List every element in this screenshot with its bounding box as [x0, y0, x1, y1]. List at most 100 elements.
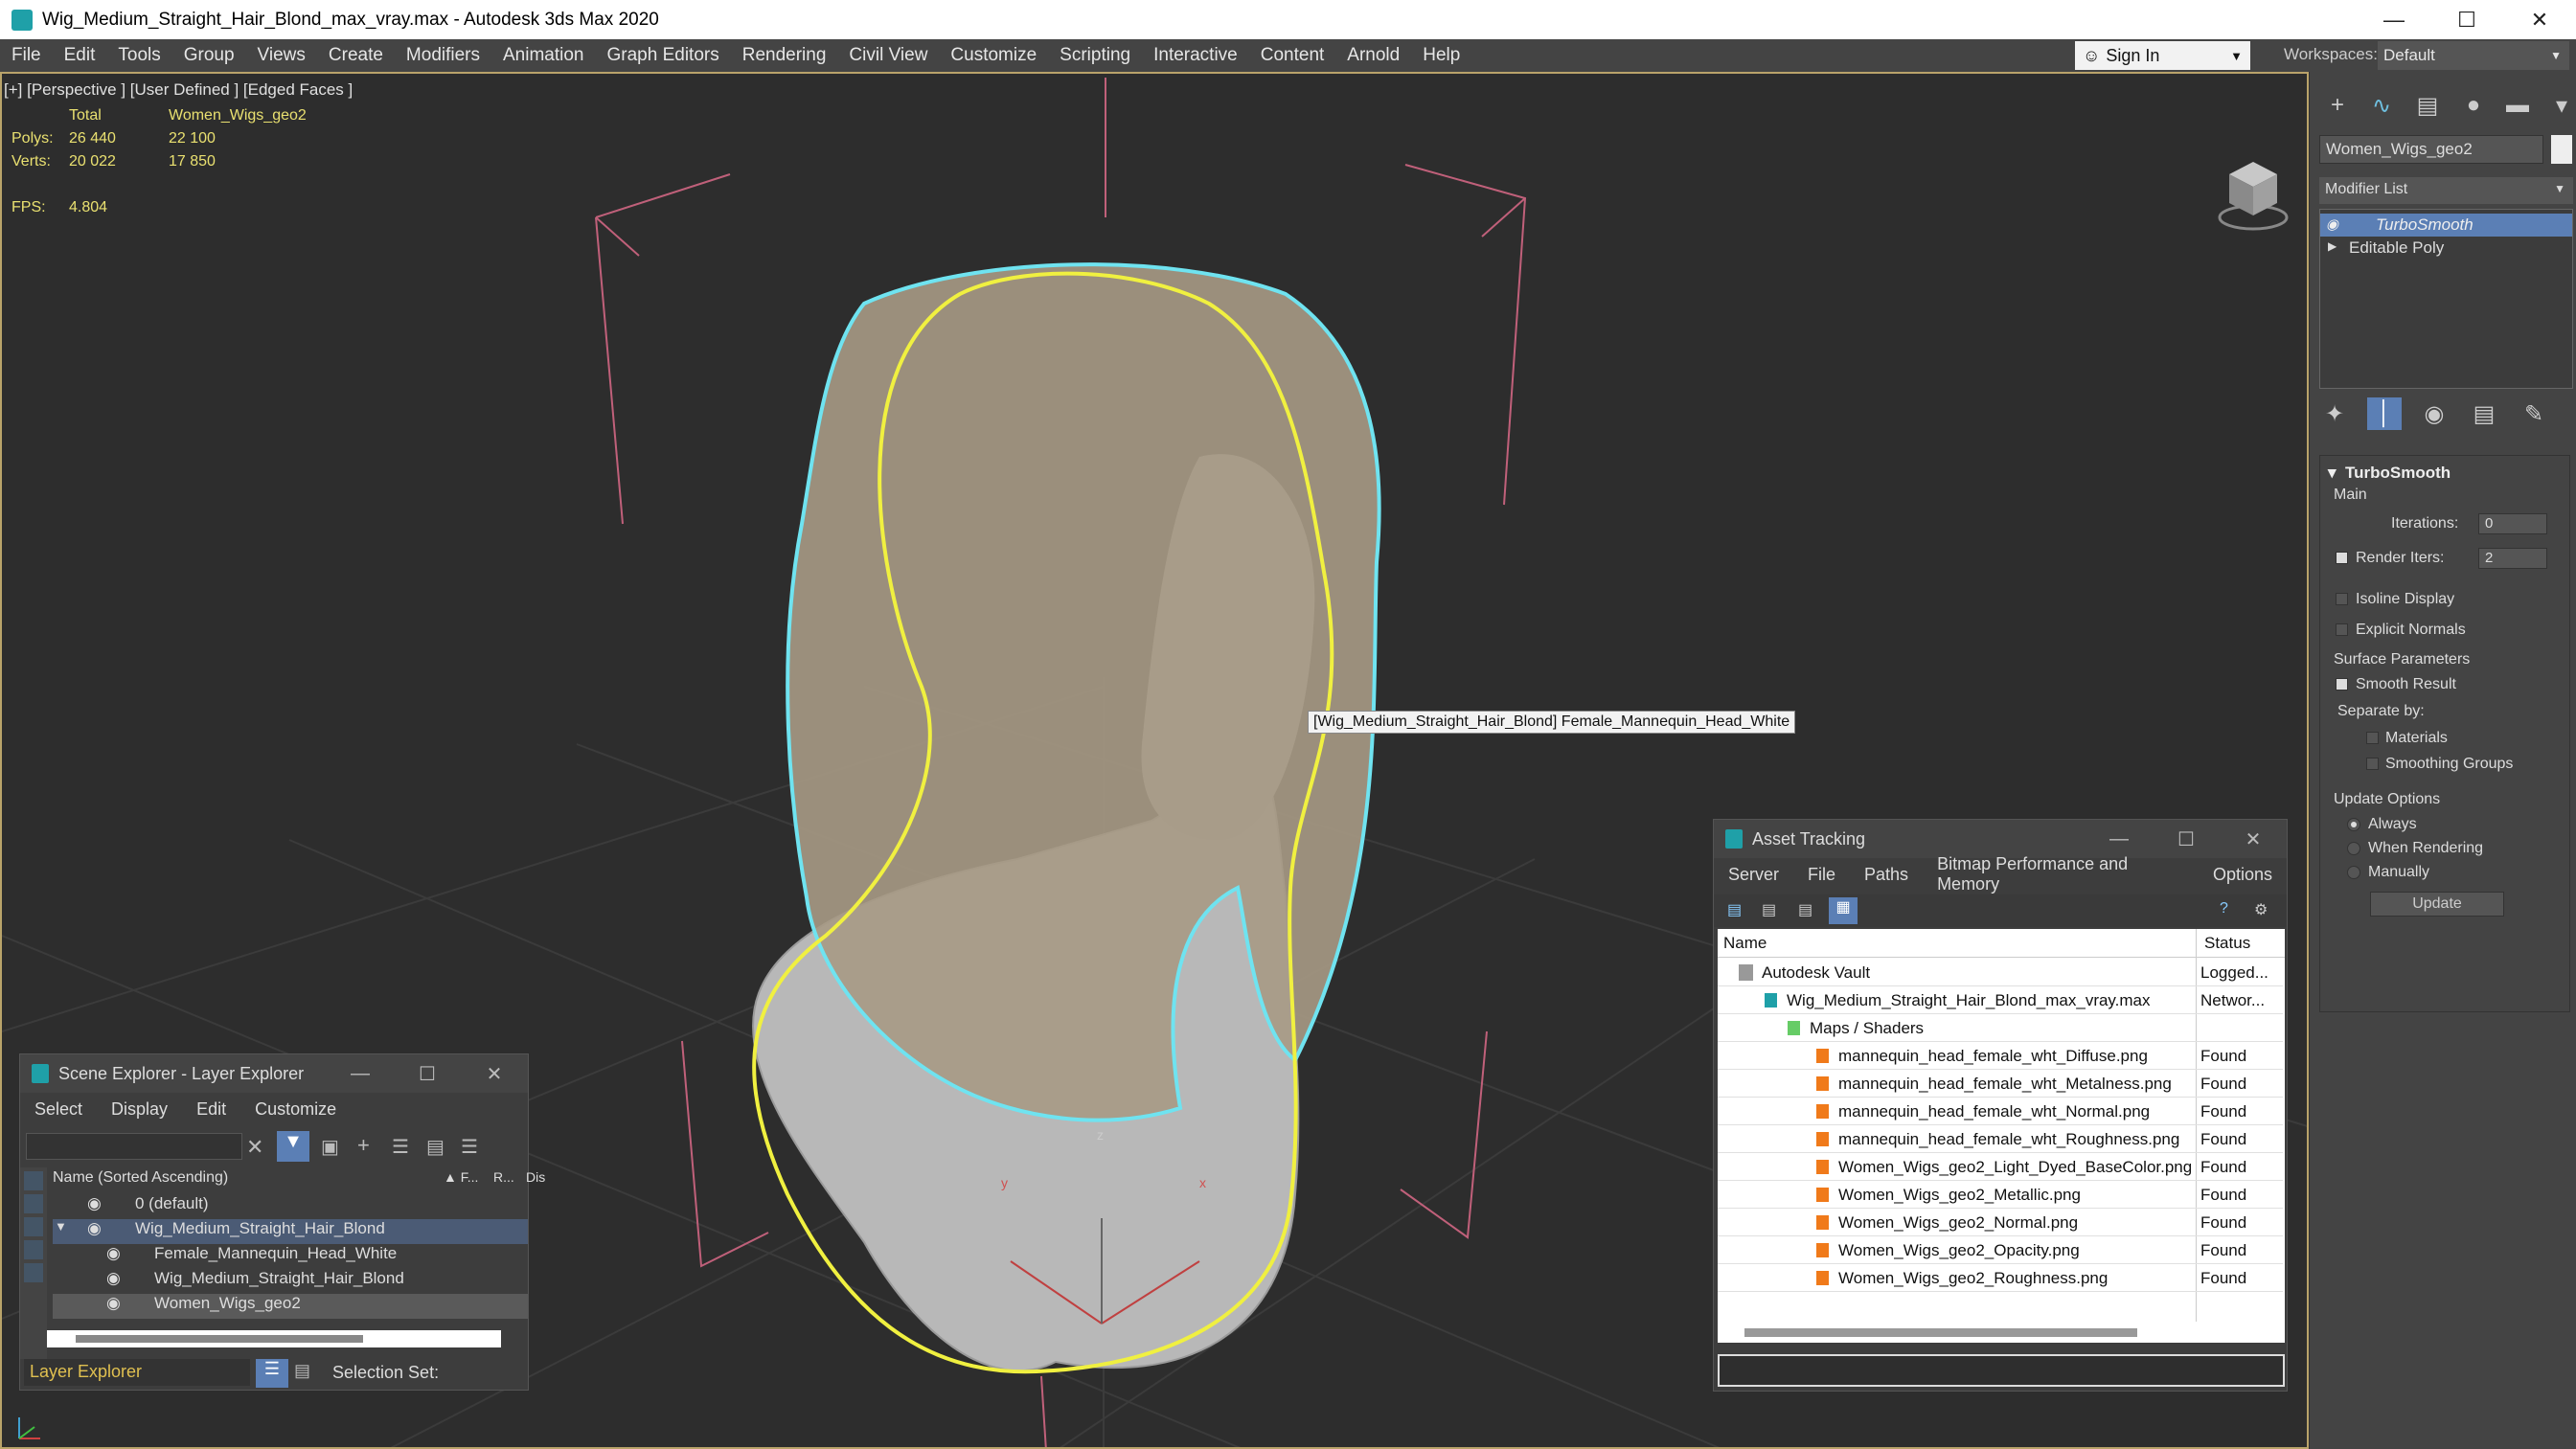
- sidebar-light-icon[interactable]: [24, 1217, 43, 1236]
- table-row[interactable]: Women_Wigs_geo2_Roughness.png Found: [1718, 1264, 2283, 1292]
- show-end-result-icon[interactable]: │: [2367, 397, 2402, 430]
- maximize-button[interactable]: ☐: [2430, 0, 2503, 39]
- table-row[interactable]: Wig_Medium_Straight_Hair_Blond_max_vray.…: [1718, 986, 2283, 1014]
- menu-views[interactable]: Views: [246, 39, 317, 72]
- explicit-normals-checkbox[interactable]: [2336, 623, 2348, 636]
- name-column-header[interactable]: Name: [1723, 934, 1767, 953]
- list-item[interactable]: ◉ 0 (default): [53, 1194, 528, 1219]
- table-row[interactable]: Maps / Shaders: [1718, 1014, 2283, 1042]
- help-icon[interactable]: ?: [2220, 900, 2228, 917]
- stack-item-editable-poly[interactable]: ▶ Editable Poly: [2320, 237, 2572, 260]
- workspace-select[interactable]: Default ▼: [2378, 41, 2569, 70]
- selection-toggle-icon[interactable]: ▤: [294, 1361, 310, 1381]
- isoline-display-checkbox[interactable]: [2336, 593, 2348, 605]
- close-button[interactable]: ✕: [2220, 820, 2287, 858]
- eye-icon[interactable]: ◉: [87, 1219, 102, 1238]
- asset-tracking-titlebar[interactable]: Asset Tracking — ☐ ✕: [1714, 820, 2287, 858]
- horizontal-scrollbar[interactable]: [1718, 1322, 2285, 1343]
- close-button[interactable]: ✕: [461, 1054, 528, 1093]
- eye-icon[interactable]: ◉: [106, 1269, 121, 1288]
- menu-animation[interactable]: Animation: [491, 39, 596, 72]
- minimize-button[interactable]: —: [327, 1054, 394, 1093]
- iterations-spinner[interactable]: 0: [2478, 513, 2547, 534]
- menu-rendering[interactable]: Rendering: [731, 39, 838, 72]
- sidebar-object-icon[interactable]: [24, 1194, 43, 1213]
- freeze-column-header[interactable]: ▲ F...: [444, 1169, 478, 1185]
- table-row[interactable]: mannequin_head_female_wht_Normal.png Foun…: [1718, 1098, 2283, 1125]
- manually-radio[interactable]: [2347, 866, 2360, 879]
- maximize-button[interactable]: ☐: [2153, 820, 2220, 858]
- menu-group[interactable]: Group: [172, 39, 246, 72]
- layer-stack-icon[interactable]: ☰: [461, 1135, 478, 1159]
- configure-sets-icon[interactable]: ✎: [2517, 397, 2551, 430]
- hierarchy-tab-icon[interactable]: ▤: [2411, 89, 2444, 122]
- sidebar-camera-icon[interactable]: [24, 1240, 43, 1259]
- render-column-header[interactable]: R...: [493, 1169, 514, 1185]
- table-row[interactable]: Women_Wigs_geo2_Opacity.png Found: [1718, 1236, 2283, 1264]
- list-item[interactable]: ▼ ◉ Wig_Medium_Straight_Hair_Blond: [53, 1219, 528, 1244]
- display-tab-icon[interactable]: ▬: [2501, 89, 2534, 122]
- expand-arrow-icon[interactable]: ▶: [2328, 239, 2337, 253]
- menu-display[interactable]: Display: [97, 1099, 182, 1120]
- menu-modifiers[interactable]: Modifiers: [395, 39, 491, 72]
- scrollbar-thumb[interactable]: [1744, 1328, 2137, 1337]
- table-row[interactable]: mannequin_head_female_wht_Roughness.png F…: [1718, 1125, 2283, 1153]
- menu-graph-editors[interactable]: Graph Editors: [596, 39, 731, 72]
- remove-modifier-icon[interactable]: ▤: [2467, 397, 2501, 430]
- menu-content[interactable]: Content: [1249, 39, 1336, 72]
- always-radio[interactable]: [2347, 818, 2360, 831]
- menu-bitmap-performance[interactable]: Bitmap Performance and Memory: [1923, 854, 2199, 894]
- sidebar-helper-icon[interactable]: [24, 1263, 43, 1282]
- table-row[interactable]: Women_Wigs_geo2_Normal.png Found: [1718, 1209, 2283, 1236]
- list-item[interactable]: ◉ Female_Mannequin_Head_White: [53, 1244, 528, 1269]
- settings-icon[interactable]: ⚙: [2254, 900, 2268, 919]
- refresh-icon[interactable]: ▤: [1727, 900, 1742, 919]
- menu-customize[interactable]: Customize: [240, 1099, 351, 1120]
- list-item[interactable]: ◉ Women_Wigs_geo2: [53, 1294, 528, 1319]
- menu-create[interactable]: Create: [317, 39, 395, 72]
- hierarchy-icon[interactable]: ▤: [426, 1135, 445, 1159]
- lock-icon[interactable]: ▣: [321, 1135, 339, 1159]
- make-unique-icon[interactable]: ◉: [2417, 397, 2451, 430]
- maximize-button[interactable]: ☐: [394, 1054, 461, 1093]
- table-row[interactable]: mannequin_head_female_wht_Diffuse.png Fou…: [1718, 1042, 2283, 1070]
- filter-icon[interactable]: ▼: [277, 1131, 309, 1162]
- scrollbar-thumb[interactable]: [76, 1335, 363, 1343]
- utilities-tab-icon[interactable]: ▾: [2545, 89, 2576, 122]
- search-input[interactable]: [26, 1133, 242, 1160]
- display-column-header[interactable]: Dis: [526, 1169, 545, 1185]
- object-color-swatch[interactable]: [2551, 135, 2572, 164]
- menu-file[interactable]: File: [0, 39, 53, 72]
- create-tab-icon[interactable]: +: [2321, 89, 2354, 122]
- sidebar-layer-icon[interactable]: [24, 1171, 43, 1190]
- rollout-title[interactable]: TurboSmooth: [2345, 464, 2451, 483]
- menu-civil-view[interactable]: Civil View: [837, 39, 939, 72]
- menu-edit[interactable]: Edit: [53, 39, 107, 72]
- update-button[interactable]: Update: [2370, 892, 2504, 917]
- menu-file[interactable]: File: [1793, 865, 1850, 885]
- smooth-result-checkbox[interactable]: [2336, 678, 2348, 691]
- menu-edit[interactable]: Edit: [182, 1099, 240, 1120]
- object-name-field[interactable]: Women_Wigs_geo2: [2319, 135, 2543, 164]
- materials-checkbox[interactable]: [2366, 732, 2379, 744]
- table-row[interactable]: Women_Wigs_geo2_Metallic.png Found: [1718, 1181, 2283, 1209]
- close-button[interactable]: ✕: [2503, 0, 2576, 39]
- minimize-button[interactable]: —: [2086, 820, 2153, 858]
- expand-arrow-icon[interactable]: ▼: [55, 1219, 67, 1234]
- menu-arnold[interactable]: Arnold: [1335, 39, 1411, 72]
- asset-path-field[interactable]: [1718, 1354, 2285, 1387]
- menu-tools[interactable]: Tools: [106, 39, 171, 72]
- pin-stack-icon[interactable]: ✦: [2317, 397, 2352, 430]
- name-column-header[interactable]: Name (Sorted Ascending): [53, 1169, 228, 1186]
- minimize-button[interactable]: —: [2358, 0, 2430, 39]
- add-layer-icon[interactable]: +: [357, 1133, 370, 1158]
- eye-icon[interactable]: ◉: [87, 1194, 102, 1213]
- menu-interactive[interactable]: Interactive: [1142, 39, 1249, 72]
- table-row[interactable]: Women_Wigs_geo2_Light_Dyed_BaseColor.png…: [1718, 1153, 2283, 1181]
- table-row[interactable]: mannequin_head_female_wht_Metalness.png F…: [1718, 1070, 2283, 1098]
- menu-server[interactable]: Server: [1714, 865, 1793, 885]
- smoothing-groups-checkbox[interactable]: [2366, 758, 2379, 770]
- table-view-icon[interactable]: ▦: [1829, 897, 1858, 924]
- layers-icon[interactable]: ☰: [392, 1135, 409, 1159]
- status-column-header[interactable]: Status: [2204, 934, 2250, 953]
